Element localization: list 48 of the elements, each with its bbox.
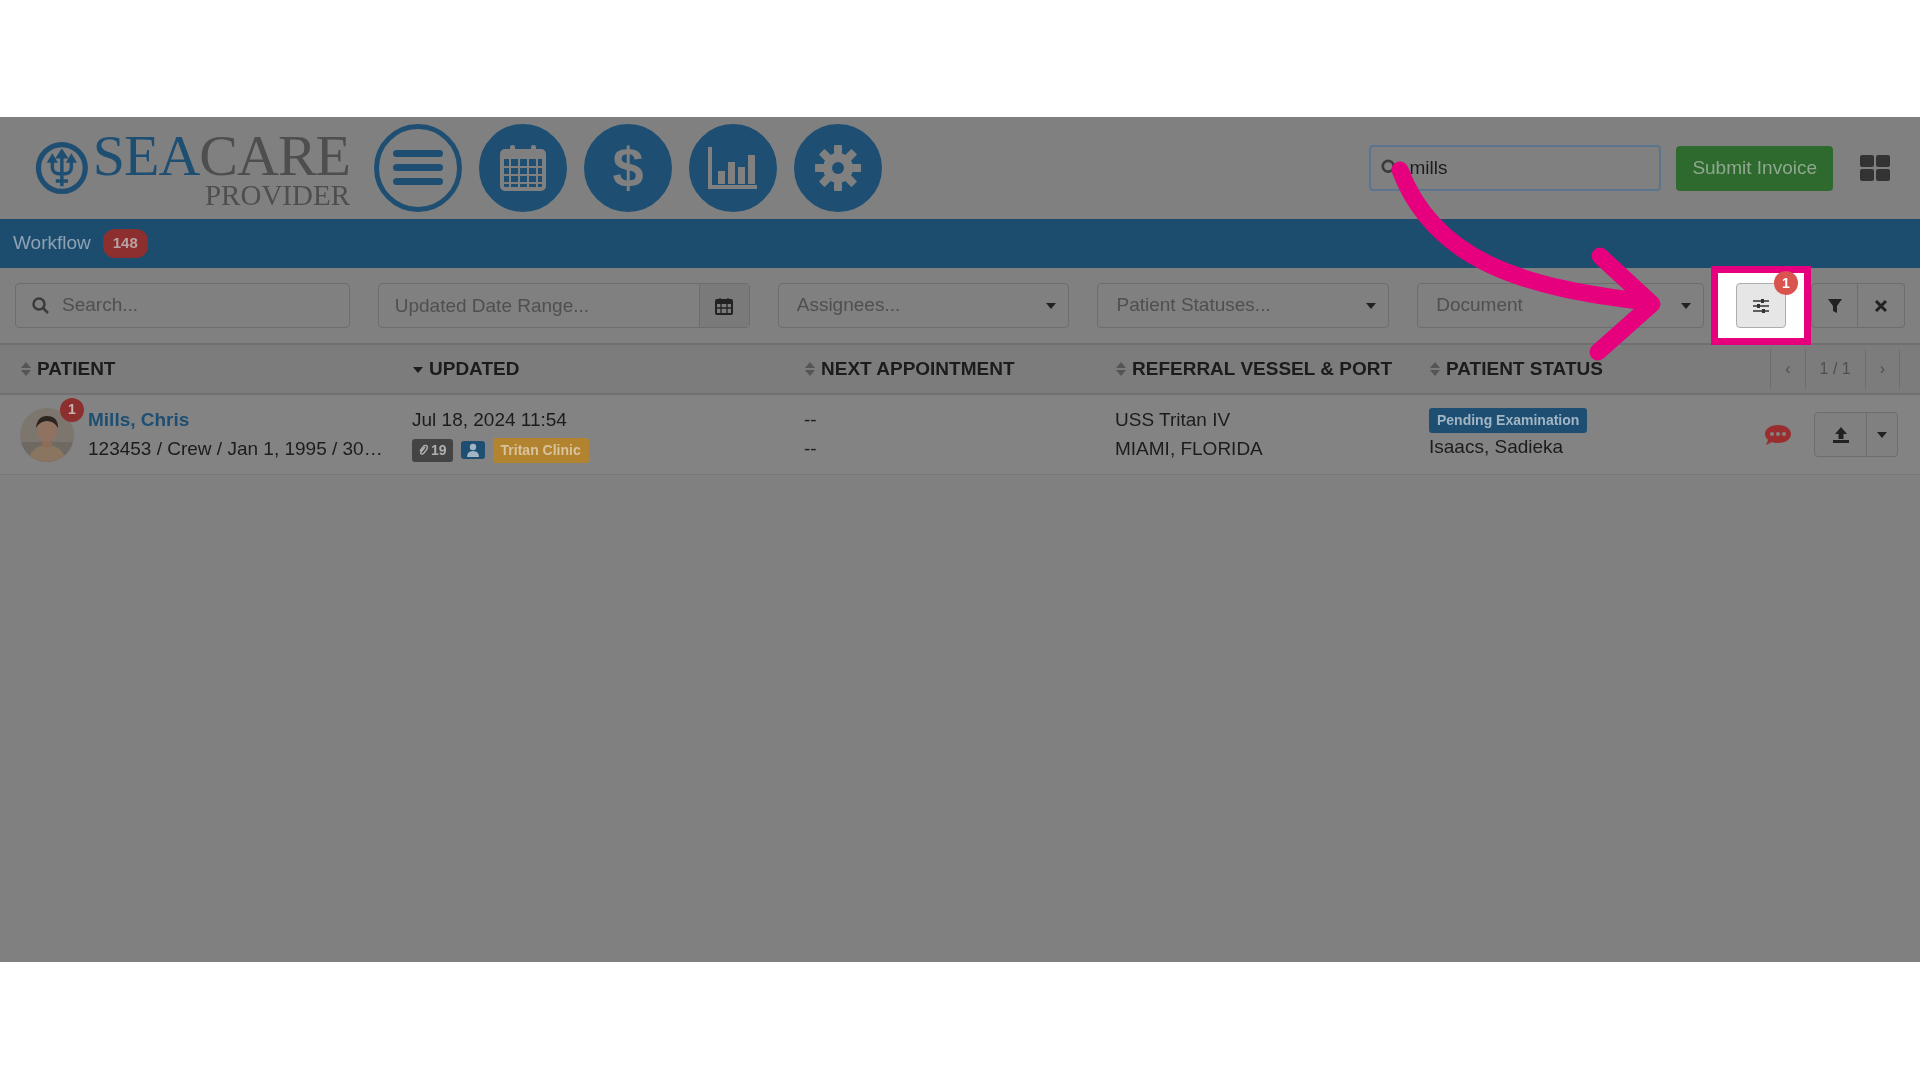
clear-button[interactable] [1858,283,1905,328]
column-header[interactable]: REFERRAL VESSEL & PORT [1132,354,1393,384]
count-badge: 1 [1774,271,1798,295]
gear-icon [814,144,862,192]
appointment-text: -- [804,408,818,432]
workflow-tab[interactable]: Workflow [13,229,91,258]
caret-icon [1877,431,1887,438]
calendar-icon [715,296,734,315]
attachment-count: 19 [431,440,447,460]
column-header[interactable]: PATIENT STATUS [1446,354,1603,384]
menu-button[interactable] [374,124,462,212]
column-header[interactable]: UPDATED [429,354,520,384]
search-input[interactable]: mills [1407,152,1650,184]
billing-button[interactable]: $ [584,124,672,212]
assignee-name: Isaacs, Sadieka [1429,434,1564,459]
upload-icon [1831,425,1850,444]
sliders-icon [1752,297,1770,314]
patient-name-link[interactable]: Mills, Chris [88,406,383,435]
close-icon [1874,298,1888,313]
dropdown-button[interactable] [1867,412,1898,457]
calendar-icon [500,145,546,191]
column-header[interactable]: NEXT APPOINTMENT [821,354,1015,384]
search-field[interactable]: mills [1369,145,1662,191]
appointment-text: -- [804,436,818,461]
port-name: MIAMI, FLORIDA [1115,436,1264,461]
caret-icon [1681,302,1691,309]
paperclip-icon [418,444,428,457]
clinic-tag: Tritan Clinic [492,437,589,463]
count-badge: 148 [102,229,148,258]
upload-button[interactable] [1814,412,1867,457]
updated-date: Jul 18, 2024 11:54 [412,408,568,433]
bar-chart-icon [707,145,759,191]
vessel-name: USS Tritan IV [1115,408,1232,432]
filter-button[interactable] [1811,283,1858,328]
caret-icon [1366,302,1377,309]
chat-icon[interactable] [1764,423,1792,446]
calendar-button[interactable] [698,284,749,327]
status-tag: Pending Examination [1429,407,1588,433]
caret-icon [1046,302,1057,309]
submit-invoice-button[interactable]: Submit Invoice [1676,145,1833,191]
patient-details: 123453 / Crew / Jan 1, 1995 / 30… [88,436,383,461]
person-icon [460,441,485,460]
column-header[interactable]: PATIENT [37,354,116,384]
search-icon [32,296,50,315]
funnel-icon [1826,297,1843,314]
grid-icon[interactable] [1860,155,1890,181]
notification-badge: 1 [60,397,84,422]
menu-icon [393,148,443,188]
